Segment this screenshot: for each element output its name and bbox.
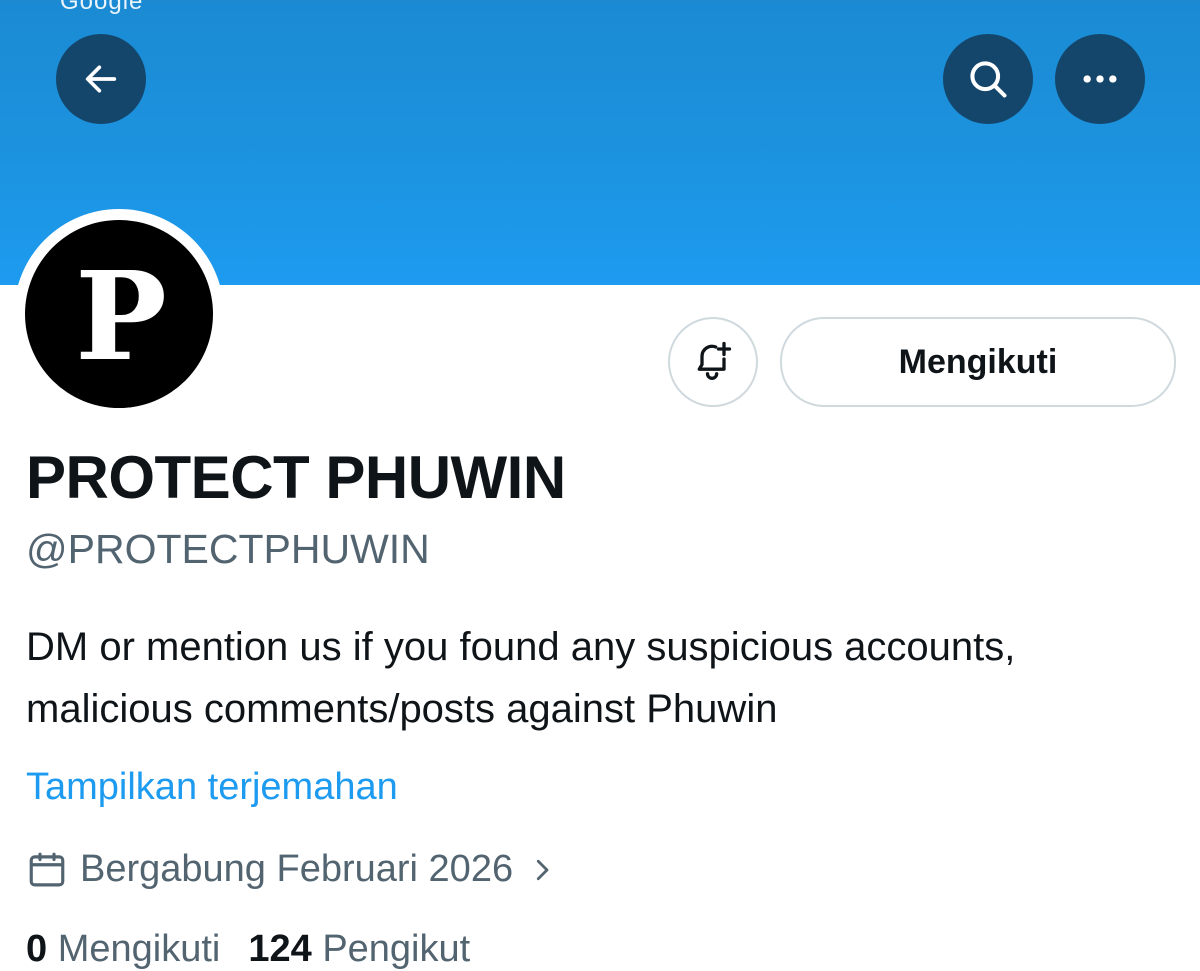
avatar-letter: P [75,244,167,388]
show-translation-link[interactable]: Tampilkan terjemahan [26,766,398,809]
arrow-left-icon [81,59,121,99]
followers-label: Pengikut [322,928,471,970]
display-name: PROTECT PHUWIN [26,444,566,511]
notify-button[interactable] [668,317,758,407]
following-stat[interactable]: 0 Mengikuti [26,928,220,970]
search-icon [966,57,1010,101]
following-label: Mengikuti [57,928,221,970]
profile-bio: DM or mention us if you found any suspic… [26,625,1016,731]
joined-date-row[interactable]: Bergabung Februari 2026 [26,848,557,891]
more-options-button[interactable] [1055,34,1145,124]
bell-plus-icon [691,338,735,387]
search-button[interactable] [943,34,1033,124]
status-bar-fragment: Google [60,0,144,15]
followers-count: 124 [248,928,312,970]
joined-date-label: Bergabung Februari 2026 [80,848,514,890]
following-count: 0 [26,928,48,970]
followers-stat[interactable]: 124 Pengikut [248,928,470,970]
back-button[interactable] [56,34,146,124]
following-button[interactable]: Mengikuti [780,317,1176,407]
follow-stats: 0 Mengikuti 124 Pengikut [26,928,470,971]
chevron-right-icon [527,855,557,885]
avatar[interactable]: P [25,220,213,408]
more-horizontal-icon [1078,57,1122,101]
calendar-icon [26,849,68,891]
profile-handle: @PROTECTPHUWIN [26,526,430,572]
